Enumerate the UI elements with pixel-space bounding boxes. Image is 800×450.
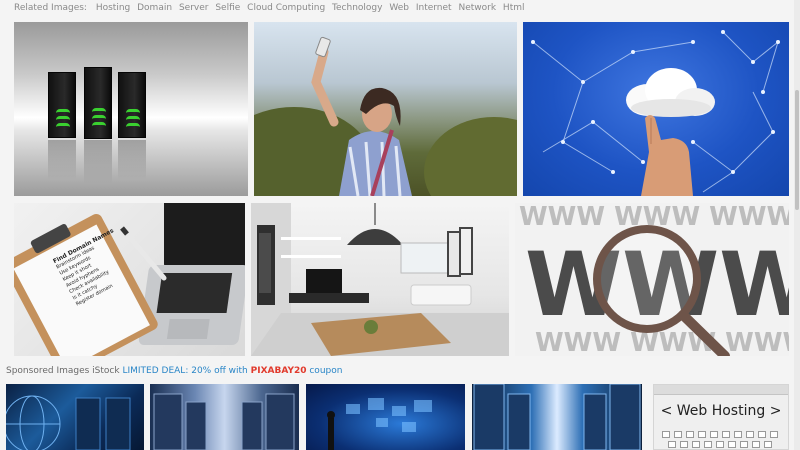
tag-cloud-computing[interactable]: Cloud Computing [247, 3, 325, 13]
datacenter-graphic [473, 384, 641, 450]
tag-html[interactable]: Html [503, 3, 525, 13]
image-tile-living-room[interactable] [251, 203, 509, 356]
image-tile-cloud[interactable] [523, 22, 789, 196]
web-hosting-titlebar [654, 385, 788, 395]
network-lines [531, 30, 780, 196]
digital-screens-graphic [327, 398, 432, 450]
tag-server[interactable]: Server [179, 3, 209, 13]
stock-image-datacenter[interactable] [472, 384, 642, 450]
stock-image-globe-server[interactable] [6, 384, 144, 450]
tag-network[interactable]: Network [458, 3, 496, 13]
related-images-label: Related Images: [14, 3, 87, 13]
coupon-code[interactable]: PIXABAY20 [251, 366, 307, 376]
cloud-shape [626, 68, 715, 117]
deal-link[interactable]: LIMITED DEAL: 20% off with [122, 366, 247, 376]
selfie-woman-figure [311, 36, 412, 196]
tag-internet[interactable]: Internet [416, 3, 452, 13]
tag-domain[interactable]: Domain [137, 3, 172, 13]
image-tile-selfie[interactable] [254, 22, 517, 196]
page-scrollbar[interactable] [794, 0, 800, 450]
related-images-bar: Related Images: Hosting Domain Server Se… [14, 3, 529, 17]
sponsored-prefix: Sponsored Images iStock [6, 366, 120, 376]
server-tower [84, 67, 112, 139]
image-tile-servers[interactable] [14, 22, 248, 196]
sponsored-bar: Sponsored Images iStock LIMITED DEAL: 20… [6, 366, 342, 376]
image-tile-clipboard[interactable]: Find Domain Names Brainstorm ideas Use k… [14, 203, 245, 356]
tag-hosting[interactable]: Hosting [96, 3, 130, 13]
room-scene [251, 203, 509, 356]
stock-image-web-hosting[interactable]: < Web Hosting > [653, 384, 789, 450]
server-hall-graphic [153, 393, 295, 450]
scrollbar-thumb[interactable] [795, 90, 799, 210]
stock-image-server-hall[interactable] [150, 384, 299, 450]
server-tower [48, 72, 76, 138]
globe-graphic [6, 395, 131, 450]
tag-web[interactable]: Web [389, 3, 409, 13]
web-hosting-label: < Web Hosting > [660, 403, 782, 419]
tag-technology[interactable]: Technology [332, 3, 382, 13]
stock-image-digital-person[interactable] [306, 384, 465, 450]
image-tile-www[interactable]: WWW WWW WWW WWW WWW WWW WWW [515, 203, 789, 356]
server-tower [118, 72, 146, 138]
www-magnifier: WWW WWW WWW WWW WWW WWW WWW [519, 203, 789, 356]
coupon-suffix[interactable]: coupon [309, 366, 342, 376]
tag-selfie[interactable]: Selfie [215, 3, 240, 13]
